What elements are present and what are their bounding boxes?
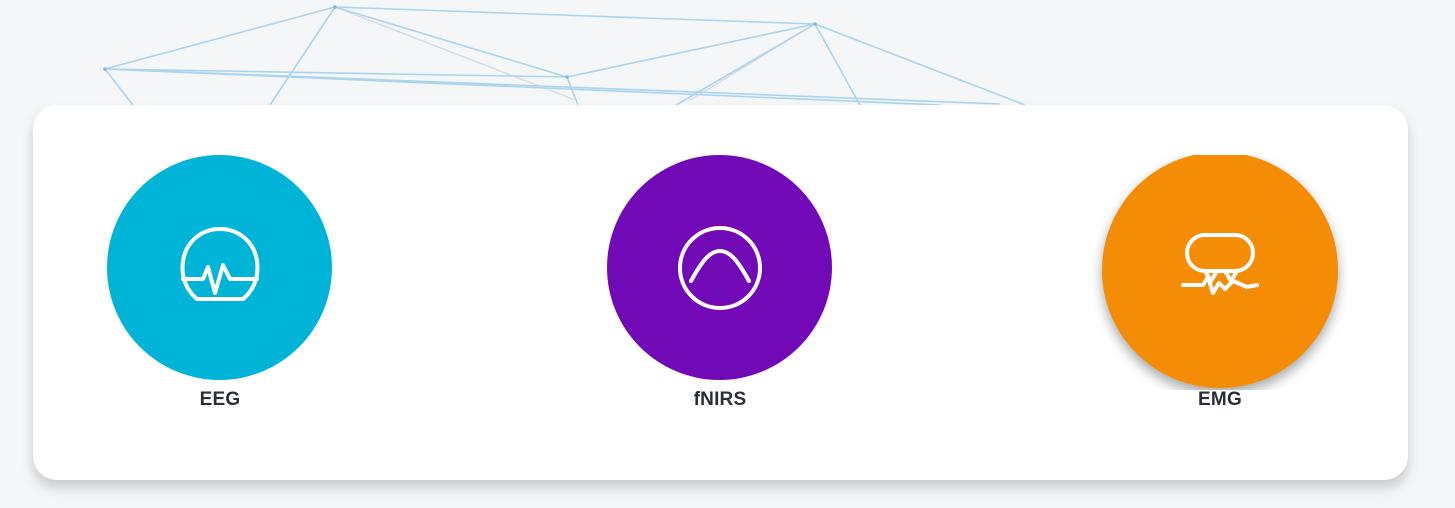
fnirs-label: fNIRS [693, 389, 747, 410]
emg-circle-clip [1090, 155, 1350, 390]
fnirs-circle[interactable] [607, 155, 832, 380]
eeg-circle[interactable] [107, 155, 332, 380]
emg-muscle-signal-icon [1181, 233, 1259, 295]
eeg-label: EEG [199, 389, 241, 410]
modality-card: EEG fNIRS EMG [33, 105, 1408, 480]
emg-label: EMG [1198, 389, 1242, 410]
modality-eeg[interactable]: EEG [90, 105, 350, 480]
modality-emg[interactable]: EMG [1090, 105, 1350, 480]
eeg-head-waveform-icon [180, 226, 259, 301]
emg-circle[interactable] [1102, 155, 1338, 388]
modality-fnirs[interactable]: fNIRS [590, 105, 850, 480]
fnirs-curve-circle-icon [677, 225, 762, 310]
